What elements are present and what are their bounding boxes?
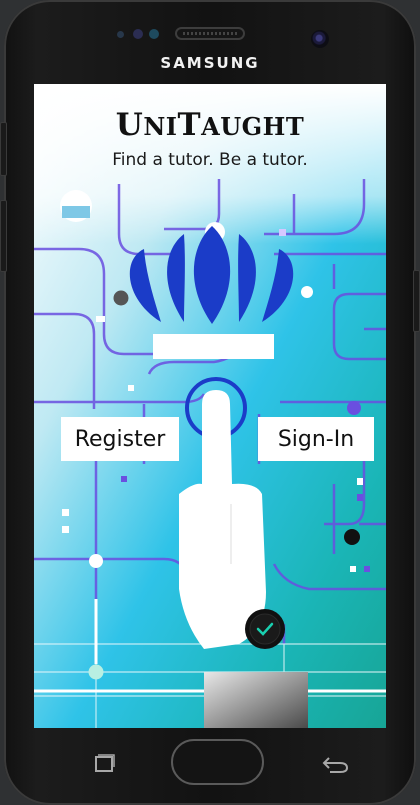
proximity-sensor: [117, 31, 124, 38]
earpiece-speaker: [175, 27, 245, 40]
sign-in-button[interactable]: Sign-In: [258, 417, 374, 461]
light-sensor: [133, 29, 143, 39]
recent-apps-icon[interactable]: [92, 753, 116, 773]
register-button[interactable]: Register: [61, 417, 179, 461]
iris-sensor: [149, 29, 159, 39]
checkmark-watch-icon: [245, 609, 285, 649]
app-logo: UNITAUGHT: [115, 107, 305, 143]
volume-button: [0, 122, 7, 176]
app-tagline: Find a tutor. Be a tutor.: [112, 150, 308, 170]
app-header: UNITAUGHT Find a tutor. Be a tutor.: [34, 84, 386, 194]
back-icon[interactable]: [320, 754, 350, 774]
bixby-button: [0, 200, 7, 272]
power-button: [413, 270, 420, 332]
device-brand: SAMSUNG: [160, 54, 260, 72]
front-camera: [311, 30, 329, 48]
app-screen: UNITAUGHT Find a tutor. Be a tutor. Regi…: [34, 84, 386, 728]
home-button[interactable]: [171, 739, 264, 785]
